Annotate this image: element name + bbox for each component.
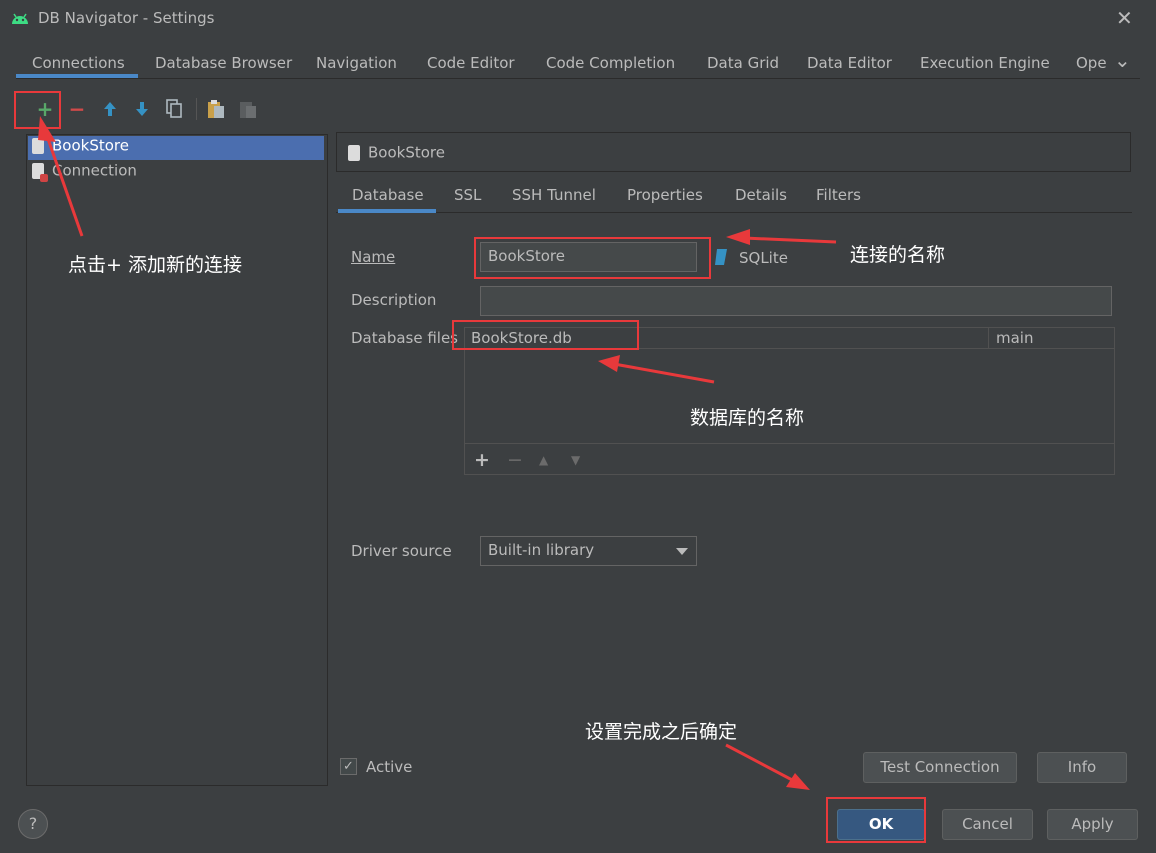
arrow-db: [613, 362, 715, 384]
arrow-add: [45, 135, 84, 237]
annotation-arrows: [38, 116, 837, 790]
arrowhead-add: [38, 116, 56, 142]
annotation-add-text: 点击+ 添加新的连接: [68, 254, 242, 276]
arrowhead-db: [598, 355, 620, 372]
annotation-name-text: 连接的名称: [850, 244, 946, 266]
annotation-ok-text: 设置完成之后确定: [585, 721, 738, 743]
arrowhead-name: [726, 229, 750, 245]
annotation-db-text: 数据库的名称: [690, 407, 805, 429]
arrow-ok: [725, 743, 797, 784]
arrowhead-ok: [786, 773, 810, 790]
arrow-name: [743, 236, 837, 244]
